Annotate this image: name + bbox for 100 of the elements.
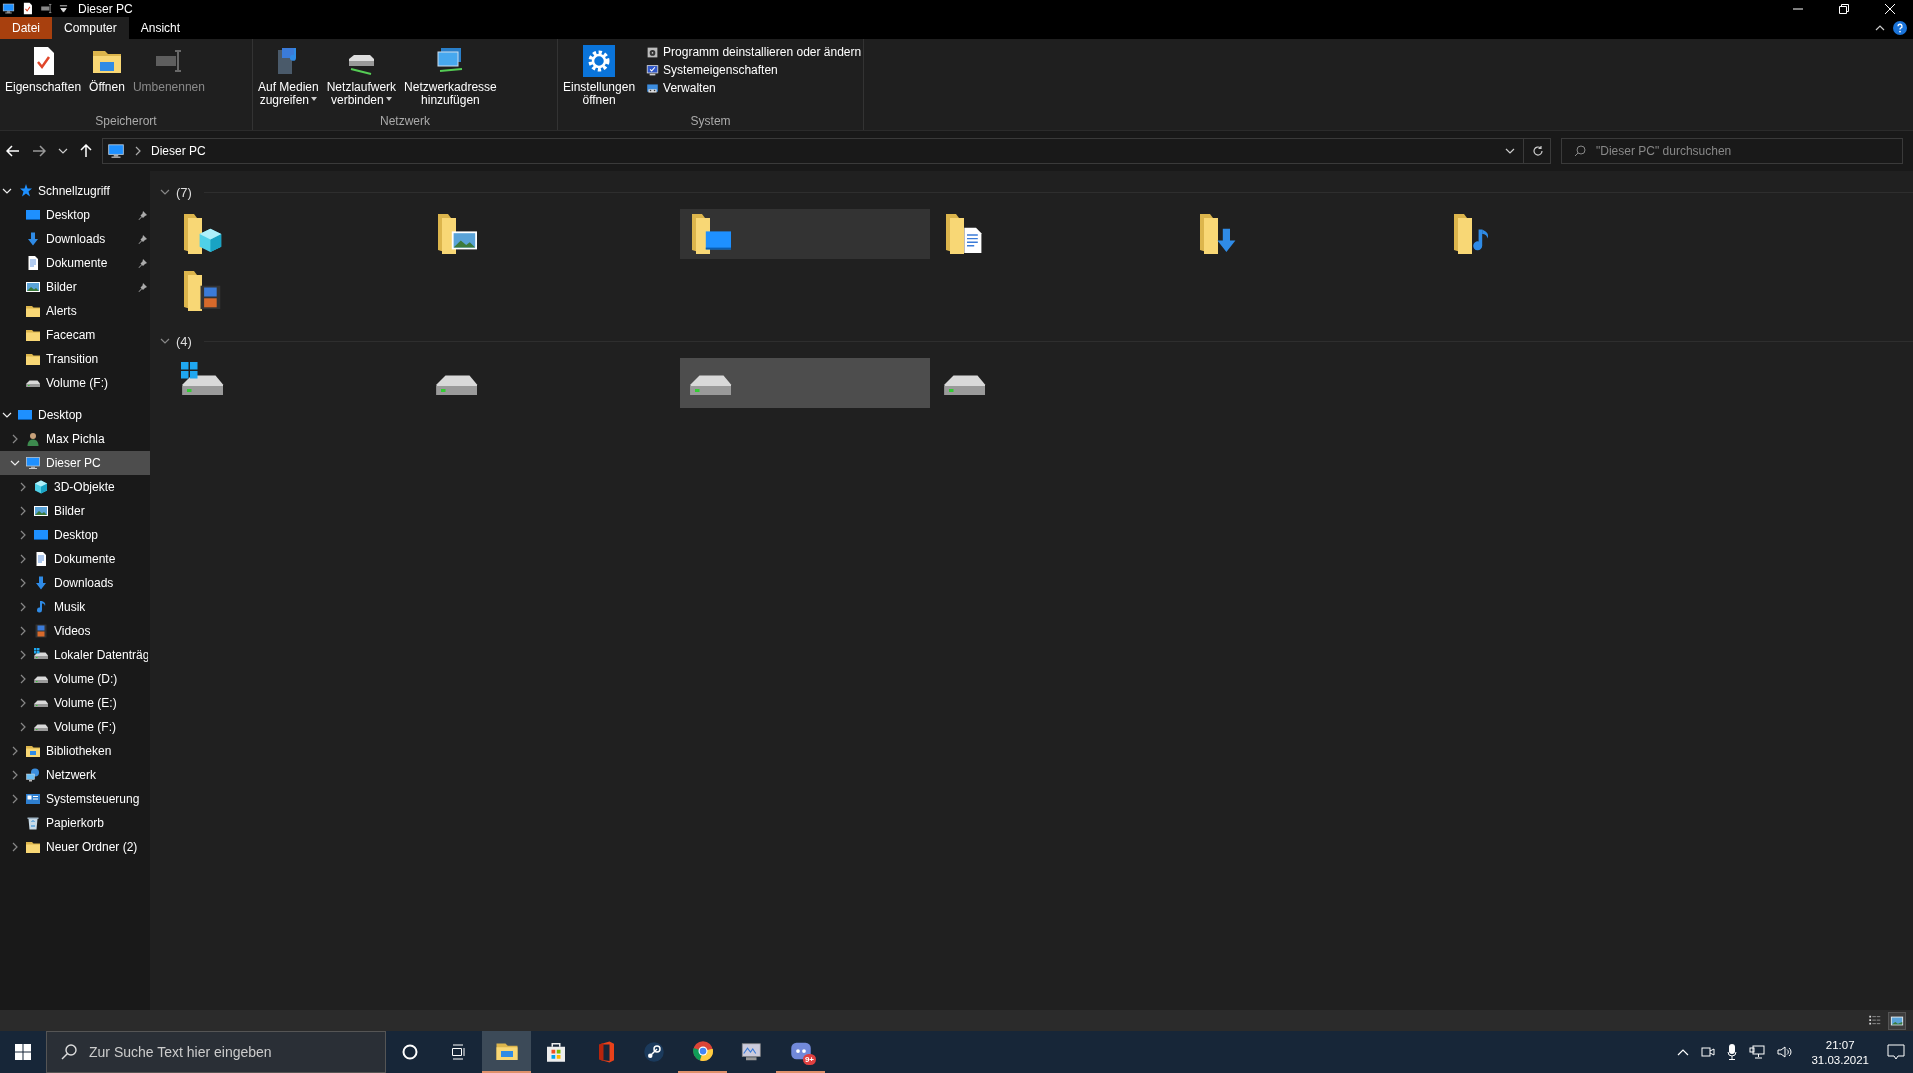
network-icon xyxy=(25,767,41,783)
tree-item[interactable]: Lokaler Datenträg xyxy=(0,643,150,667)
breadcrumb[interactable]: Dieser PC xyxy=(151,144,206,158)
customize-icon[interactable] xyxy=(59,4,68,13)
tree-item[interactable]: Desktop xyxy=(0,203,150,227)
netaddress-button[interactable]: Netzwerkadresse hinzufügen xyxy=(401,43,500,109)
controlpanel-icon xyxy=(25,791,41,807)
tree-item[interactable]: Papierkorb xyxy=(0,811,150,835)
largeicons-view-button[interactable] xyxy=(1889,1012,1905,1029)
ribbon-tab[interactable]: Computer xyxy=(52,17,129,39)
tree-item[interactable]: Systemsteuerung xyxy=(0,787,150,811)
up-button[interactable] xyxy=(80,144,92,158)
show-hidden-icons-button[interactable] xyxy=(1677,1048,1690,1056)
back-button[interactable] xyxy=(6,145,20,157)
details-icon xyxy=(1868,1013,1882,1028)
uninstall-button[interactable]: Programm deinstallieren oder ändern xyxy=(646,45,862,59)
tree-item[interactable]: Facecam xyxy=(0,323,150,347)
group-count: (4) xyxy=(176,333,192,349)
library-icon xyxy=(25,743,41,759)
desktop-icon xyxy=(33,527,49,543)
drive-tile[interactable] xyxy=(680,358,930,408)
tree-item[interactable]: Volume (F:) xyxy=(0,371,150,395)
tree-item[interactable]: Desktop xyxy=(0,403,150,427)
folder-icon xyxy=(25,303,41,319)
tree-item[interactable]: 3D-Objekte xyxy=(0,475,150,499)
ribbon-tab[interactable]: Ansicht xyxy=(128,17,193,39)
pictures-icon xyxy=(25,279,41,295)
pictures-icon xyxy=(33,503,49,519)
clock[interactable]: 21:07 31.03.2021 xyxy=(1805,1038,1875,1066)
folder-icon xyxy=(25,839,41,855)
task-view-button[interactable] xyxy=(450,1044,466,1060)
videos-icon xyxy=(33,623,49,639)
rename-icon xyxy=(40,2,53,15)
help-icon[interactable] xyxy=(1893,21,1907,35)
media-button[interactable]: Auf Medien zugreifen xyxy=(255,43,322,109)
tree-item[interactable]: Dokumente xyxy=(0,251,150,275)
tree-item[interactable]: Alerts xyxy=(0,299,150,323)
microphone-icon[interactable] xyxy=(1727,1044,1738,1060)
properties-button[interactable]: Eigenschaften xyxy=(2,43,85,96)
tree-item[interactable]: Max Pichla xyxy=(0,427,150,451)
forward-button[interactable] xyxy=(32,145,46,157)
taskbar-search-field[interactable]: Zur Suche Text hier eingeben xyxy=(46,1031,386,1073)
camera-icon[interactable] xyxy=(1701,1045,1716,1059)
pin-icon xyxy=(138,210,148,220)
chrome-icon xyxy=(690,1039,715,1063)
tree-item[interactable]: Netzwerk xyxy=(0,763,150,787)
tree-item[interactable]: Volume (D:) xyxy=(0,667,150,691)
tree-item[interactable]: Bilder xyxy=(0,499,150,523)
history-dropdown-icon[interactable] xyxy=(1505,146,1515,156)
notification-badge: 9+ xyxy=(802,1054,816,1065)
collapse-ribbon-icon[interactable] xyxy=(1875,23,1885,33)
recent-locations-icon[interactable] xyxy=(58,146,68,156)
folder-tile[interactable] xyxy=(680,209,930,259)
tree-item[interactable]: Downloads xyxy=(0,571,150,595)
breadcrumb-separator-icon[interactable] xyxy=(133,146,143,156)
group-collapse-icon[interactable] xyxy=(160,187,170,197)
user-icon xyxy=(25,431,41,447)
pin-icon xyxy=(138,234,148,244)
tree-item[interactable]: Videos xyxy=(0,619,150,643)
volume-icon[interactable] xyxy=(1777,1045,1794,1059)
objects-icon xyxy=(33,479,49,495)
network-icon[interactable] xyxy=(1749,1045,1766,1059)
close-button[interactable] xyxy=(1885,3,1895,14)
tree-item[interactable]: Bilder xyxy=(0,275,150,299)
tree-item[interactable]: Neuer Ordner (2) xyxy=(0,835,150,859)
netdrive-button[interactable]: Netzlaufwerk verbinden xyxy=(323,43,400,109)
open-button[interactable]: Öffnen xyxy=(86,43,128,96)
cortana-button[interactable] xyxy=(402,1044,418,1060)
explorer-taskbar-button[interactable] xyxy=(482,1031,531,1073)
search-field[interactable]: "Dieser PC" durchsuchen xyxy=(1561,138,1903,164)
tree-item[interactable]: Downloads xyxy=(0,227,150,251)
tree-item[interactable]: Dokumente xyxy=(0,547,150,571)
settings-icon xyxy=(583,45,616,77)
discord-taskbar-button[interactable]: 9+ xyxy=(776,1031,825,1073)
refresh-button[interactable] xyxy=(1532,145,1544,157)
desktop-icon xyxy=(25,207,41,223)
start-button[interactable] xyxy=(15,1044,31,1060)
app-icon xyxy=(2,2,15,15)
downloads-icon xyxy=(33,575,49,591)
tree-item[interactable]: Desktop xyxy=(0,523,150,547)
tree-item[interactable]: Dieser PC xyxy=(0,451,150,475)
recyclebin-icon xyxy=(25,815,41,831)
location-icon xyxy=(107,142,125,160)
tree-item[interactable]: Schnellzugriff xyxy=(0,179,150,203)
tree-item[interactable]: Volume (F:) xyxy=(0,715,150,739)
settings-button[interactable]: Einstellungen öffnen xyxy=(560,43,639,109)
steam-icon xyxy=(641,1040,666,1064)
manage-button[interactable]: Verwalten xyxy=(646,81,862,95)
tree-item[interactable]: Volume (E:) xyxy=(0,691,150,715)
properties-icon xyxy=(21,2,34,15)
group-collapse-icon[interactable] xyxy=(160,336,170,346)
tree-item[interactable]: Musik xyxy=(0,595,150,619)
tree-item[interactable]: Bibliotheken xyxy=(0,739,150,763)
group-count: (7) xyxy=(176,184,192,200)
sysprops-button[interactable]: Systemeigenschaften xyxy=(646,63,862,77)
file-menu-tab[interactable]: Datei xyxy=(0,17,52,39)
notifications-button[interactable] xyxy=(1887,1044,1905,1060)
search-icon xyxy=(1574,145,1586,157)
restore-button[interactable] xyxy=(1839,3,1849,14)
tree-item[interactable]: Transition xyxy=(0,347,150,371)
